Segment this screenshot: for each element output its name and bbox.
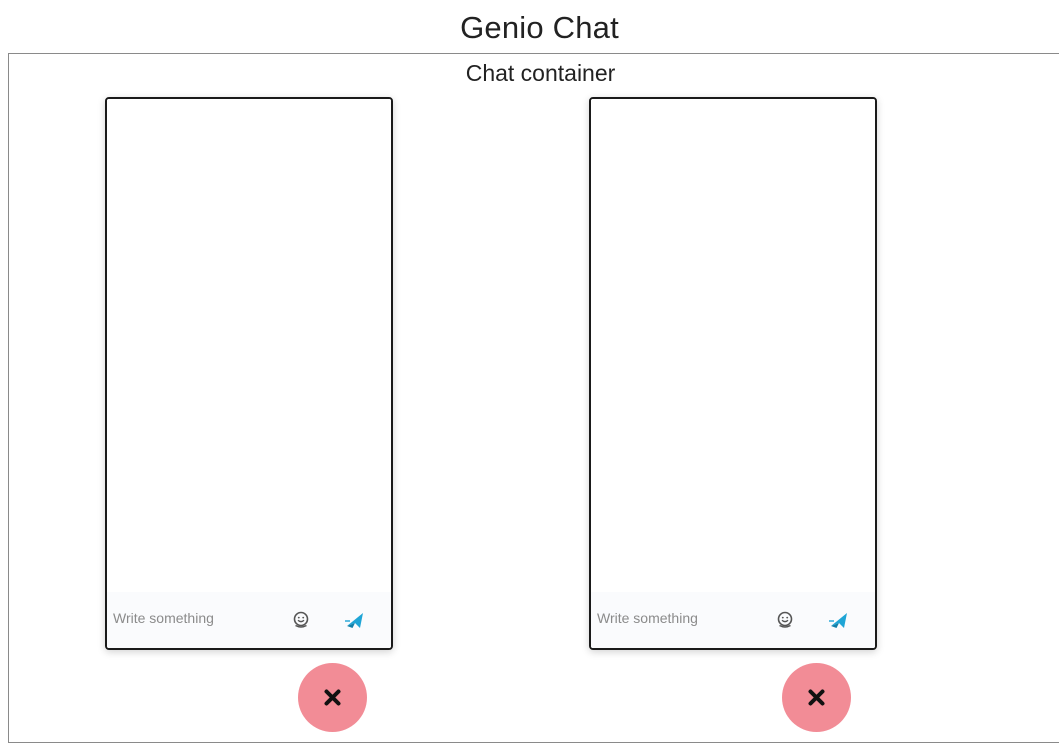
input-bar bbox=[591, 592, 875, 648]
messages-area[interactable] bbox=[107, 99, 391, 594]
close-chat-button-right[interactable] bbox=[782, 663, 851, 732]
chat-window-right bbox=[589, 97, 877, 650]
chat-window-left bbox=[105, 97, 393, 650]
close-icon bbox=[808, 689, 825, 706]
app-title: Genio Chat bbox=[460, 10, 619, 45]
send-icon[interactable] bbox=[828, 609, 850, 631]
message-input[interactable] bbox=[597, 606, 757, 630]
message-input[interactable] bbox=[113, 606, 273, 630]
container-title: Chat container bbox=[465, 60, 616, 86]
close-icon bbox=[324, 689, 341, 706]
chat-container: Chat container bbox=[8, 53, 1059, 743]
emoji-icon[interactable] bbox=[774, 609, 796, 631]
input-bar bbox=[107, 592, 391, 648]
messages-area[interactable] bbox=[591, 99, 875, 594]
close-chat-button-left[interactable] bbox=[298, 663, 367, 732]
send-icon[interactable] bbox=[344, 609, 366, 631]
emoji-icon[interactable] bbox=[290, 609, 312, 631]
